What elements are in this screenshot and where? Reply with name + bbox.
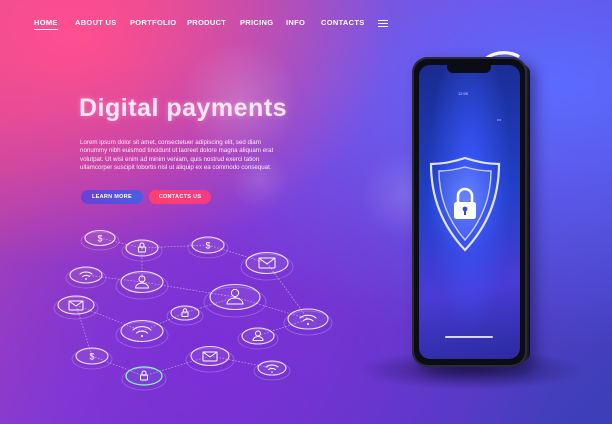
payment-network-illustration: $ $ $: [53, 229, 333, 391]
nav-item-about-us[interactable]: ABOUT US: [75, 18, 117, 27]
nav-item-product[interactable]: PRODUCT: [187, 18, 226, 27]
user-icon: [203, 283, 267, 318]
svg-text:$: $: [205, 241, 210, 251]
learn-more-button[interactable]: LEARN MORE: [81, 190, 143, 204]
hero-description: Lorem ipsum dolor sit amet, consectetuer…: [80, 139, 274, 172]
wifi-icon: [115, 319, 169, 349]
dollar-icon: $: [71, 347, 113, 370]
svg-text:$: $: [97, 234, 102, 244]
top-navigation: HOME ABOUT US PORTFOLIO PRODUCT PRICING …: [34, 18, 612, 32]
wifi-icon: [283, 308, 333, 336]
nav-item-home[interactable]: HOME: [34, 18, 58, 30]
nav-item-info[interactable]: INFO: [286, 18, 305, 27]
dollar-icon: $: [80, 229, 120, 251]
mail-icon: [240, 251, 294, 281]
hamburger-menu-icon[interactable]: [378, 20, 388, 28]
nav-item-contacts[interactable]: CONTACTS: [321, 18, 365, 27]
phone-status-indicator: •••: [497, 117, 502, 122]
wifi-icon: [253, 360, 291, 381]
nav-item-portfolio[interactable]: PORTFOLIO: [130, 18, 176, 27]
user-icon: [115, 270, 169, 300]
phone-home-indicator: [445, 336, 493, 338]
hero-title: Digital payments: [79, 94, 288, 122]
contact-us-button[interactable]: CONTACTS US: [149, 190, 211, 204]
phone-notch: [447, 65, 491, 73]
phone-status-time: 12:55: [458, 91, 469, 96]
shield-lock-icon: [427, 155, 503, 255]
wifi-icon: [65, 266, 107, 289]
svg-text:$: $: [89, 352, 94, 362]
mail-icon: [185, 345, 235, 373]
user-icon: [237, 327, 279, 350]
mail-icon: [53, 295, 99, 320]
dollar-icon: $: [187, 236, 229, 259]
nav-item-pricing[interactable]: PRICING: [240, 18, 273, 27]
